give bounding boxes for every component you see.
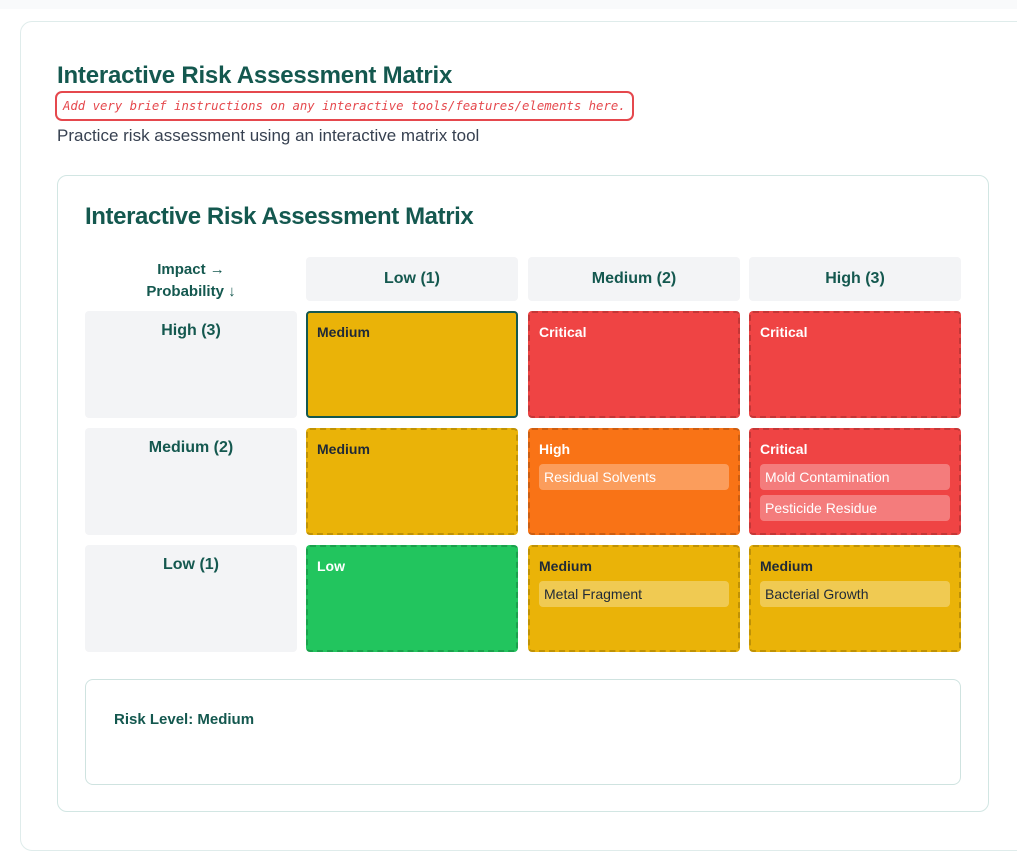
risk-item[interactable]: Mold Contamination bbox=[760, 464, 950, 490]
impact-axis-label: Impact → bbox=[157, 261, 225, 278]
cell-risk-level: Low bbox=[317, 558, 345, 574]
probability-header-low-1: Low (1) bbox=[85, 545, 297, 652]
risk-item[interactable]: Residual Solvents bbox=[539, 464, 729, 490]
impact-header-medium-2: Medium (2) bbox=[528, 257, 740, 301]
probability-header-high-3: High (3) bbox=[85, 311, 297, 418]
matrix-cell[interactable]: Low bbox=[306, 545, 518, 652]
impact-header-low-1: Low (1) bbox=[306, 257, 518, 301]
risk-item[interactable]: Bacterial Growth bbox=[760, 581, 950, 607]
impact-header-high-3: High (3) bbox=[749, 257, 961, 301]
risk-level-text: Risk Level: Medium bbox=[114, 711, 255, 728]
risk-item[interactable]: Pesticide Residue bbox=[760, 495, 950, 521]
cell-risk-level: Medium bbox=[539, 558, 592, 574]
matrix-cell[interactable]: Medium Bacterial Growth bbox=[749, 545, 961, 652]
risk-summary-panel: Risk Level: Medium bbox=[85, 679, 961, 785]
page-title: Interactive Risk Assessment Matrix bbox=[57, 62, 453, 89]
matrix-cell[interactable]: Critical bbox=[528, 311, 740, 418]
probability-axis-label: Probability ↓ bbox=[146, 283, 236, 300]
page-subtitle: Practice risk assessment using an intera… bbox=[57, 126, 480, 145]
risk-item[interactable]: Metal Fragment bbox=[539, 581, 729, 607]
cell-risk-level: Medium bbox=[760, 558, 813, 574]
matrix-cell[interactable]: Critical Mold Contamination Pesticide Resi… bbox=[749, 428, 961, 535]
matrix-cell[interactable]: Medium Metal Fragment bbox=[528, 545, 740, 652]
top-strip bbox=[0, 0, 1017, 9]
axis-label: Impact → Probability ↓ bbox=[85, 259, 297, 303]
matrix-cell[interactable]: Medium bbox=[306, 428, 518, 535]
cell-risk-level: High bbox=[539, 441, 571, 457]
cell-risk-level: Medium bbox=[317, 441, 370, 457]
instruction-note: Add very brief instructions on any inter… bbox=[55, 91, 634, 121]
matrix-title: Interactive Risk Assessment Matrix bbox=[85, 203, 474, 230]
cell-risk-level: Medium bbox=[317, 324, 370, 340]
matrix-cell[interactable]: Critical bbox=[749, 311, 961, 418]
cell-risk-level: Critical bbox=[760, 441, 808, 457]
matrix-cell[interactable]: Medium bbox=[306, 311, 518, 418]
cell-risk-level: Critical bbox=[760, 324, 808, 340]
probability-header-medium-2: Medium (2) bbox=[85, 428, 297, 535]
matrix-cell[interactable]: High Residual Solvents bbox=[528, 428, 740, 535]
cell-risk-level: Critical bbox=[539, 324, 587, 340]
